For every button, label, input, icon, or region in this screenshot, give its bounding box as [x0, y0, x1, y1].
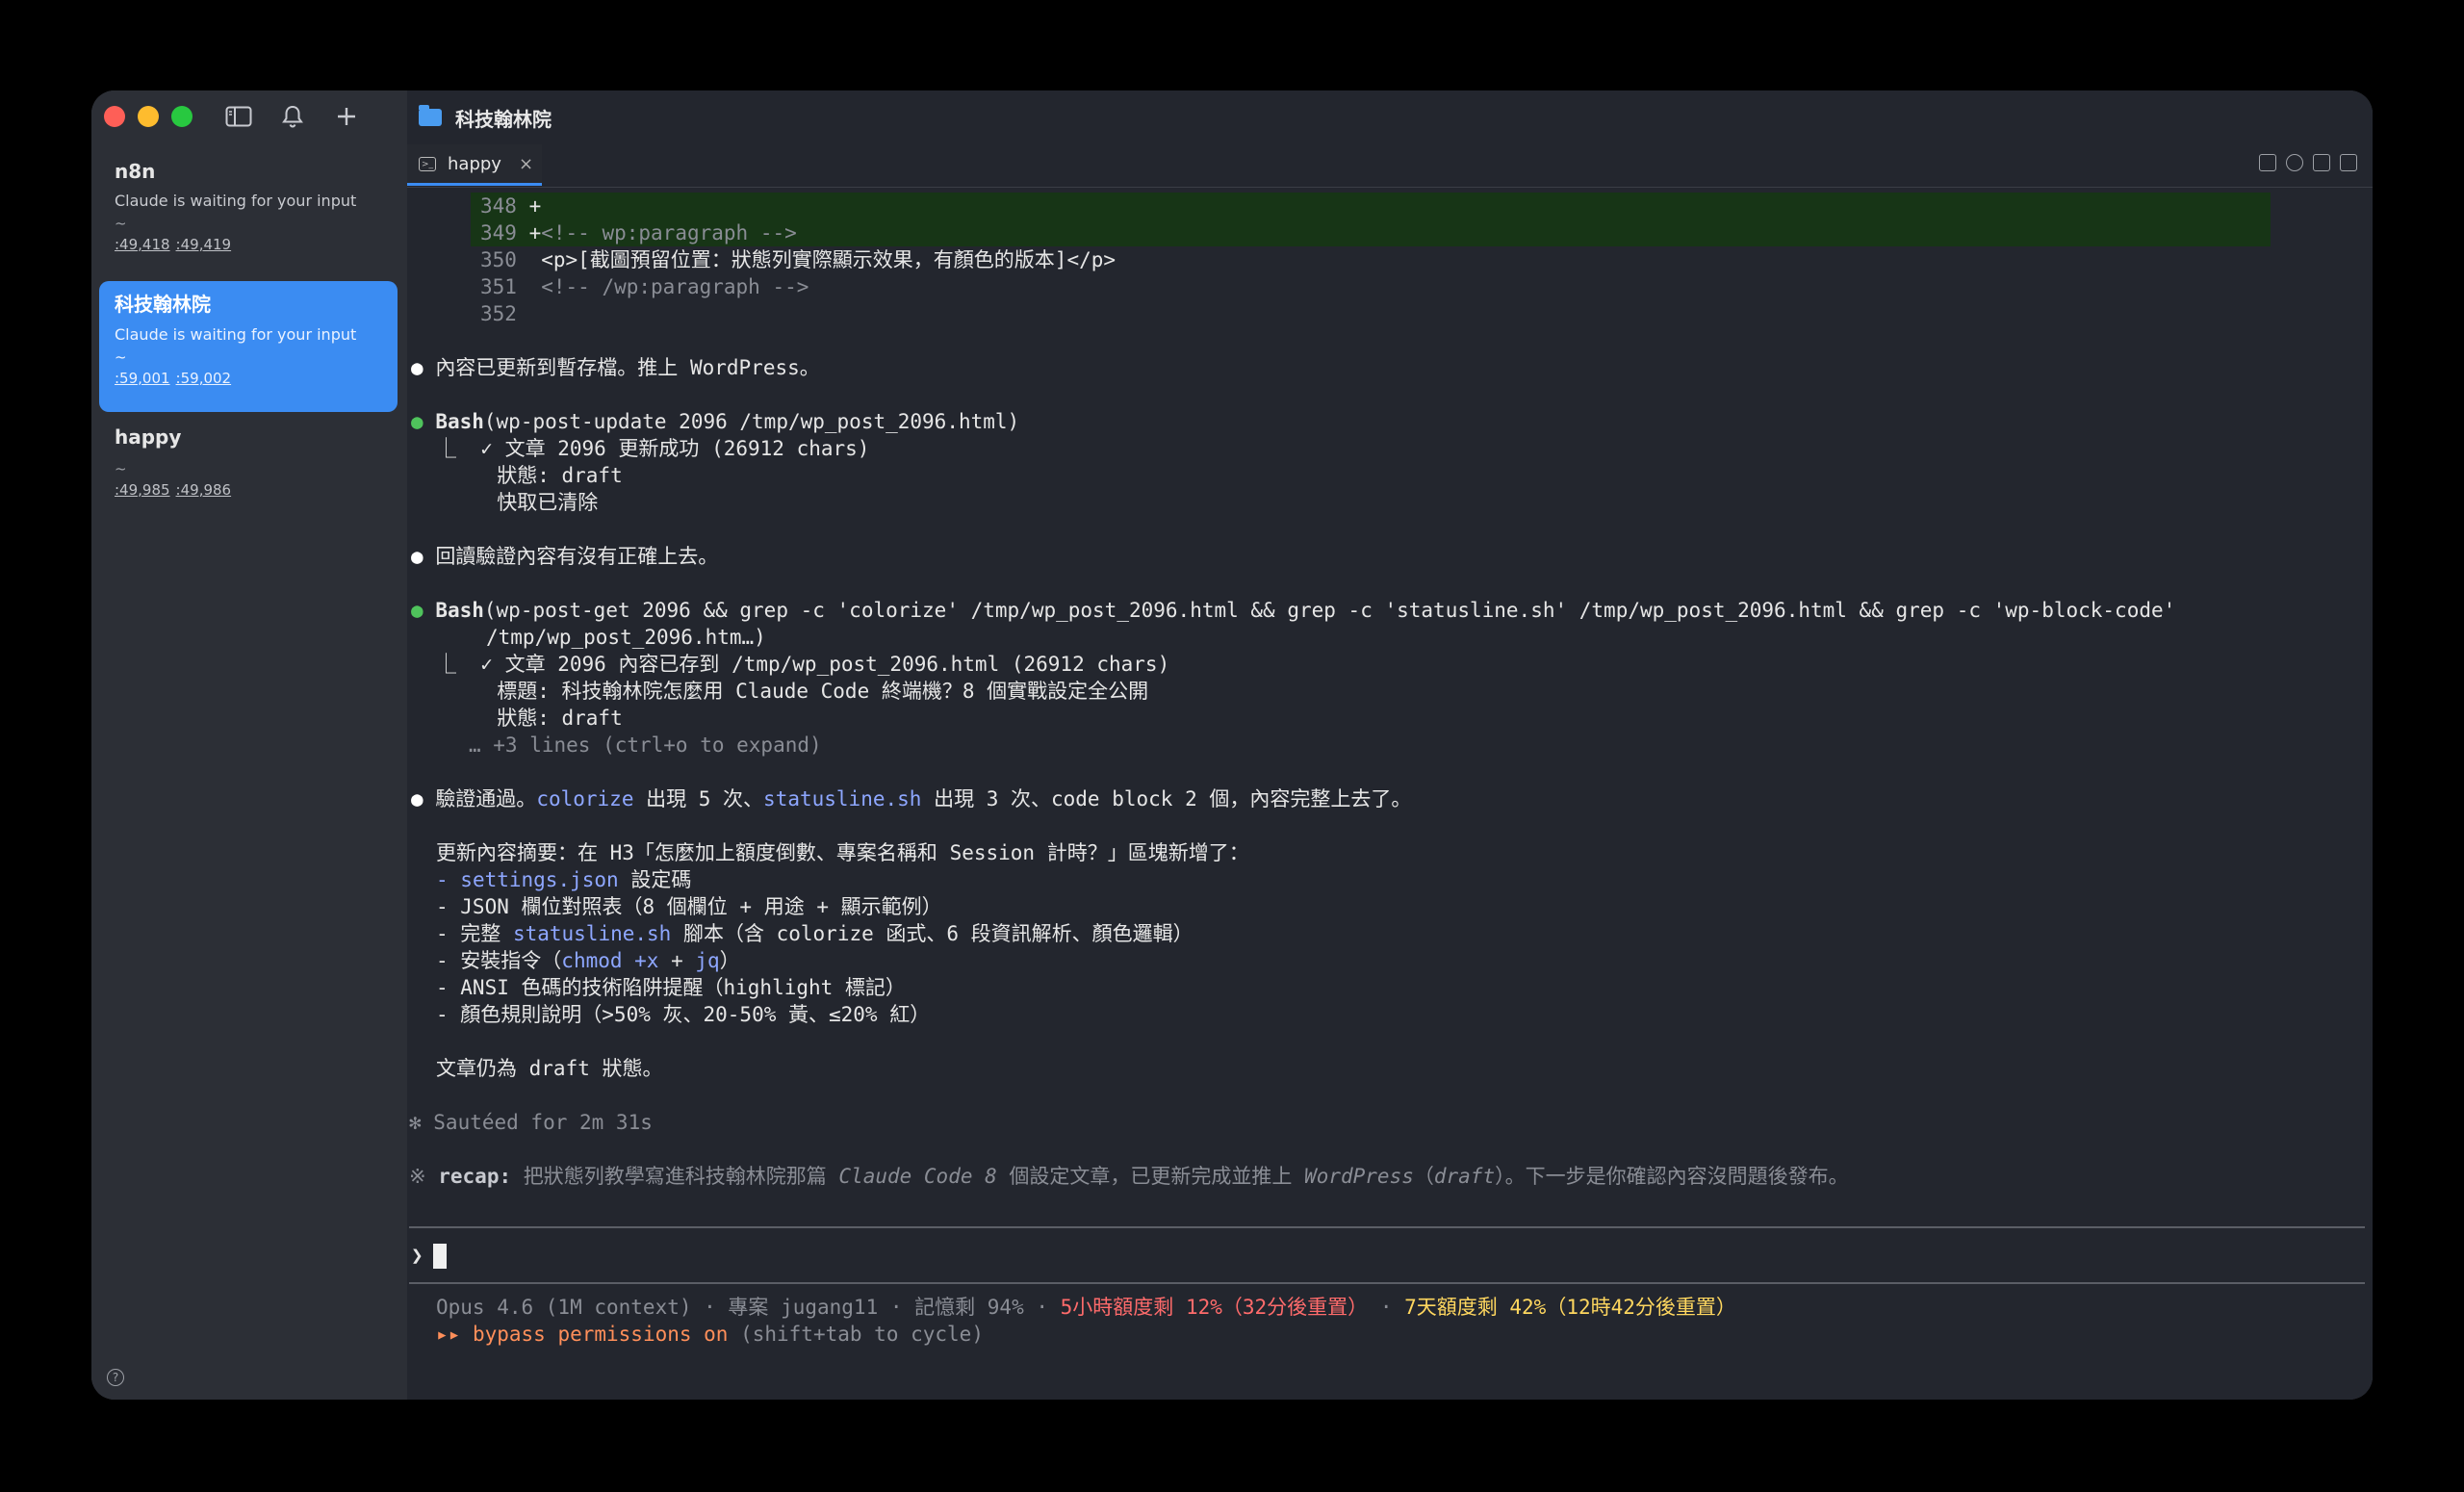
port-link[interactable]: :59,001: [115, 370, 170, 387]
summary-item: - JSON 欄位對照表（8 個欄位 + 用途 + 顯示範例）: [436, 895, 942, 918]
summary-item: - ANSI 色碼的技術陷阱提醒（highlight 標記）: [436, 976, 906, 999]
zoom-window-button[interactable]: [171, 106, 192, 127]
text-cursor: [432, 1244, 447, 1269]
globe-icon[interactable]: [2286, 154, 2303, 171]
status-line: Opus 4.6 (1M context) · 專案 jugang11 · 記憶…: [436, 1296, 1736, 1319]
diff-line: 350 <p>[截圖預留位置：狀態列實際顯示效果，有顏色的版本]</p>: [480, 248, 1116, 271]
tab-tools: [2259, 154, 2357, 171]
tool-output: 標題: 科技翰林院怎麼用 Claude Code 終端機？8 個實戰設定全公開: [436, 680, 1149, 703]
terminal-view-icon[interactable]: [2259, 154, 2276, 171]
sidebar-toggle-icon[interactable]: [224, 102, 253, 131]
session-cwd: ~: [115, 215, 127, 232]
summary-item: - 顏色規則說明（>50% 灰、20-50% 黃、≤20% 紅）: [436, 1003, 931, 1026]
recap: ※ recap: 把狀態列教學寫進科技翰林院那篇 Claude Code 8 個…: [409, 1165, 1849, 1188]
terminal-icon: >_: [419, 156, 436, 171]
project-title: 科技翰林院: [455, 107, 552, 131]
session-ports: :49,418 :49,419: [115, 236, 382, 253]
port-link[interactable]: :59,002: [176, 370, 232, 387]
port-link[interactable]: :49,985: [115, 481, 170, 499]
tool-call-cont: /tmp/wp_post_2096.htm…): [486, 626, 766, 649]
session-item-keji-hanlinyuan[interactable]: 科技翰林院 Claude is waiting for your input ~…: [99, 281, 398, 412]
timing-note: ✻ Sautéed for 2m 31s: [409, 1111, 653, 1134]
tool-call: ● Bash(wp-post-get 2096 && grep -c 'colo…: [411, 599, 2176, 622]
session-name: 科技翰林院: [115, 293, 211, 316]
assistant-message: ● 回讀驗證內容有沒有正確上去。: [411, 545, 719, 568]
folder-icon: [419, 105, 442, 126]
summary-heading: 更新內容摘要：在 H3「怎麼加上額度倒數、專案名稱和 Session 計時？」區…: [436, 841, 1249, 864]
port-link[interactable]: :49,419: [176, 236, 232, 253]
split-horizontal-icon[interactable]: [2340, 154, 2357, 171]
help-icon[interactable]: ?: [107, 1369, 124, 1386]
main-area: 科技翰林院 >_ happy × 348 + 349 +<!-- wp:para…: [407, 90, 2373, 1400]
permission-mode: ▸▸ bypass permissions on (shift+tab to c…: [436, 1323, 984, 1346]
summary-item: - 完整 statusline.sh 腳本（含 colorize 函式、6 段資…: [436, 922, 1194, 945]
tool-call: ● Bash(wp-post-update 2096 /tmp/wp_post_…: [411, 410, 1020, 433]
summary-item: - settings.json 設定碼: [436, 868, 692, 891]
diff-line: 348 +: [480, 194, 542, 218]
diff-line: 352: [480, 302, 517, 325]
session-status: Claude is waiting for your input: [115, 325, 357, 344]
session-item-n8n[interactable]: n8n Claude is waiting for your input ~ :…: [99, 152, 398, 261]
app-window: n8n Claude is waiting for your input ~ :…: [91, 90, 2373, 1400]
session-item-happy[interactable]: happy ~ :49,985 :49,986: [99, 418, 398, 506]
tab-happy[interactable]: >_ happy ×: [407, 144, 542, 186]
session-cwd: ~: [115, 460, 127, 477]
session-cwd: ~: [115, 348, 127, 366]
draft-note: 文章仍為 draft 狀態。: [436, 1057, 663, 1080]
input-divider-top: [409, 1226, 2365, 1228]
titlebar: 科技翰林院: [407, 90, 2373, 144]
assistant-message: ● 內容已更新到暫存檔。推上 WordPress。: [411, 356, 820, 379]
tool-output: 快取已清除: [436, 491, 599, 514]
close-tab-icon[interactable]: ×: [519, 154, 533, 174]
input-divider-bottom: [409, 1282, 2365, 1284]
session-status: Claude is waiting for your input: [115, 192, 357, 210]
minimize-window-button[interactable]: [138, 106, 159, 127]
diff-line: 349 +<!-- wp:paragraph -->: [480, 221, 797, 244]
session-ports: :59,001 :59,002: [115, 370, 382, 387]
port-link[interactable]: :49,986: [176, 481, 232, 499]
prompt-chevron-icon: ❯: [411, 1244, 424, 1267]
port-link[interactable]: :49,418: [115, 236, 170, 253]
expand-hint[interactable]: … +3 lines (ctrl+o to expand): [469, 732, 822, 759]
tool-output: ⎿ ✓ 文章 2096 更新成功 (26912 chars): [436, 437, 870, 460]
window-controls: [104, 106, 192, 127]
sidebar-toolbar: [224, 102, 361, 131]
tab-label: happy: [448, 153, 501, 174]
bell-icon[interactable]: [278, 102, 307, 131]
assistant-message: ● 驗證通過。colorize 出現 5 次、statusline.sh 出現 …: [411, 787, 1412, 810]
terminal-output[interactable]: 348 + 349 +<!-- wp:paragraph --> 350 <p>…: [407, 187, 2373, 1400]
split-vertical-icon[interactable]: [2313, 154, 2330, 171]
session-name: happy: [115, 425, 182, 449]
session-ports: :49,985 :49,986: [115, 481, 382, 499]
close-window-button[interactable]: [104, 106, 125, 127]
tool-output: ⎿ ✓ 文章 2096 內容已存到 /tmp/wp_post_2096.html…: [436, 653, 1170, 676]
diff-line: 351 <!-- /wp:paragraph -->: [480, 275, 809, 298]
tool-output: 狀態: draft: [436, 707, 623, 730]
tab-bar: >_ happy ×: [407, 144, 2373, 188]
tool-output: 狀態: draft: [436, 464, 623, 487]
prompt-input[interactable]: ❯: [411, 1242, 447, 1269]
summary-item: - 安裝指令（chmod +x + jq）: [436, 949, 740, 972]
sidebar: n8n Claude is waiting for your input ~ :…: [91, 90, 407, 1400]
plus-icon[interactable]: [332, 102, 361, 131]
session-name: n8n: [115, 160, 156, 183]
